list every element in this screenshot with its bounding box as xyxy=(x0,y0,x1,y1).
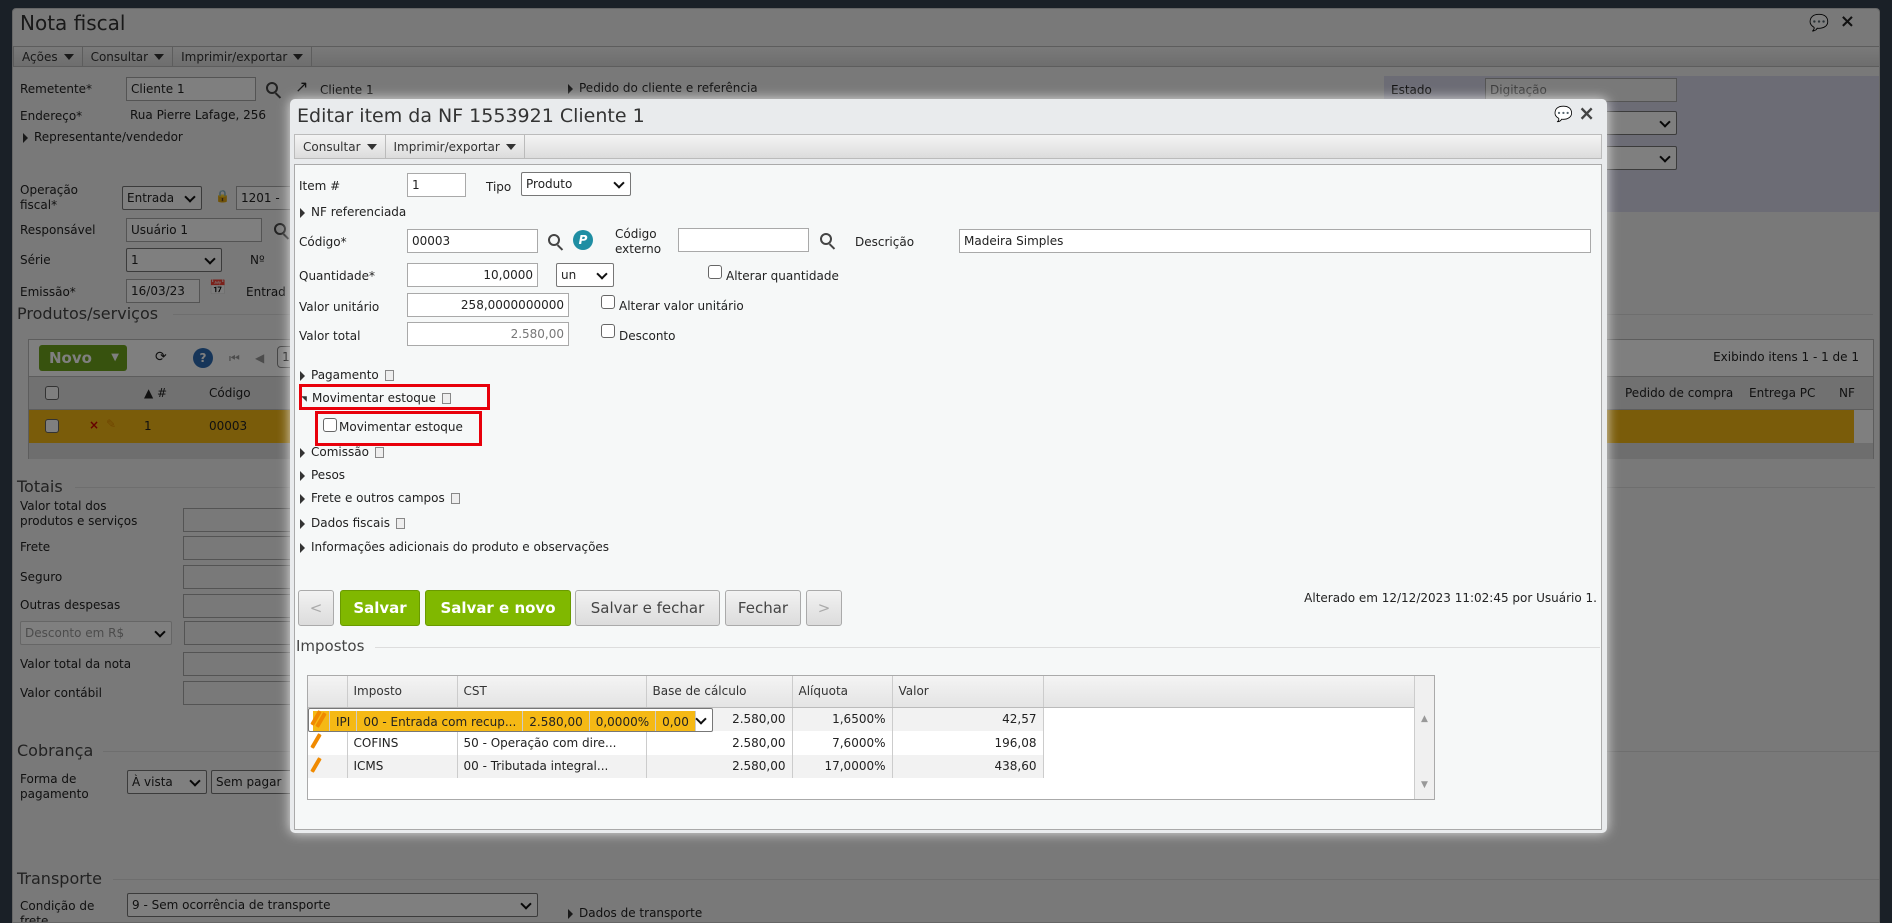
salvar-fechar-button[interactable]: Salvar e fechar xyxy=(575,590,720,626)
item-label: Item # xyxy=(299,179,341,193)
codigo-input[interactable]: 00003 xyxy=(407,229,538,253)
highlight-box xyxy=(299,384,490,410)
cell-valor: 196,08 xyxy=(892,731,1044,755)
cell-base: 2.580,00 xyxy=(646,731,793,755)
cell-valor: 438,60 xyxy=(892,754,1044,778)
edit-icon[interactable] xyxy=(308,754,348,778)
cell-aliquota: 7,6000% xyxy=(792,731,893,755)
alterar-valor-unitario-label: Alterar valor unitário xyxy=(619,299,744,313)
quantidade-label: Quantidade* xyxy=(299,269,376,283)
cell-aliquota: 0,0000% xyxy=(589,710,657,731)
valor-total-label: Valor total xyxy=(299,329,361,343)
descricao-label: Descrição xyxy=(855,235,915,249)
comment-icon[interactable]: 💬 xyxy=(1554,105,1573,123)
next-button[interactable]: > xyxy=(806,590,842,626)
col-cst[interactable]: CST xyxy=(457,676,647,708)
valor-total-input: 2.580,00 xyxy=(407,322,569,346)
table-row[interactable]: IPI 00 - Entrada com recup... 2.580,00 0,00… xyxy=(308,707,713,732)
close-icon[interactable]: × xyxy=(1578,101,1595,125)
dados-fiscais-toggle[interactable]: Dados fiscais xyxy=(300,516,405,531)
item-input[interactable]: 1 xyxy=(407,173,466,197)
editar-item-modal: Editar item da NF 1553921 Cliente 1 💬 × … xyxy=(290,99,1607,833)
alterado-text: Alterado em 12/12/2023 11:02:45 por Usuá… xyxy=(1304,591,1597,605)
modal-toolbar: Consultar Imprimir/exportar xyxy=(294,134,1602,159)
informacoes-toggle[interactable]: Informações adicionais do produto e obse… xyxy=(300,540,609,555)
edit-icon[interactable] xyxy=(308,731,348,755)
quantidade-input[interactable]: 10,0000 xyxy=(407,263,538,287)
highlight-box xyxy=(315,411,482,446)
valor-unitario-input[interactable]: 258,0000000000 xyxy=(407,293,569,317)
col-aliquota[interactable]: Alíquota xyxy=(792,676,893,708)
menu-imprimir[interactable]: Imprimir/exportar xyxy=(386,135,525,158)
col-imposto[interactable]: Imposto xyxy=(347,676,458,708)
modal-title: Editar item da NF 1553921 Cliente 1 xyxy=(297,105,645,127)
frete-toggle[interactable]: Frete e outros campos xyxy=(300,491,460,506)
cell-imposto: COFINS xyxy=(347,731,458,755)
salvar-novo-button[interactable]: Salvar e novo xyxy=(425,590,571,626)
col-base[interactable]: Base de cálculo xyxy=(646,676,793,708)
nf-referenciada-toggle[interactable]: NF referenciada xyxy=(300,205,406,220)
alterar-quantidade-checkbox[interactable] xyxy=(708,265,722,279)
table-row[interactable]: COFINS 50 - Operação com dire... 2.580,00 7… xyxy=(308,731,1416,755)
codigo-label: Código* xyxy=(299,235,347,249)
alterar-valor-unitario-checkbox[interactable] xyxy=(601,295,615,309)
vertical-scrollbar[interactable]: ▲ ▼ xyxy=(1414,676,1434,799)
cell-cst: 00 - Tributada integral... xyxy=(457,754,647,778)
impostos-header: Imposto CST Base de cálculo Alíquota Val… xyxy=(308,676,1416,708)
table-row[interactable]: ICMS 00 - Tributada integral... 2.580,00 17… xyxy=(308,754,1416,778)
modal-content: Item # 1 Tipo Produto NF referenciada Có… xyxy=(294,164,1602,830)
fechar-button[interactable]: Fechar xyxy=(725,590,801,626)
cell-imposto: ICMS xyxy=(347,754,458,778)
codigo-externo-input[interactable] xyxy=(678,228,809,252)
cell-imposto: IPI xyxy=(329,710,358,731)
search-icon[interactable] xyxy=(820,233,832,245)
descricao-input[interactable]: Madeira Simples xyxy=(959,229,1591,253)
tipo-label: Tipo xyxy=(486,180,512,194)
cell-base: 2.580,00 xyxy=(646,754,793,778)
cell-base: 2.580,00 xyxy=(522,710,590,731)
codigo-externo-label: Código externo xyxy=(615,227,662,256)
valor-unitario-label: Valor unitário xyxy=(299,300,380,314)
impostos-title: Impostos xyxy=(296,637,365,655)
pesos-toggle[interactable]: Pesos xyxy=(300,468,345,483)
cell-aliquota: 1,6500% xyxy=(792,707,893,731)
menu-consultar[interactable]: Consultar xyxy=(295,135,386,158)
tipo-select[interactable]: Produto xyxy=(521,172,631,196)
prev-button[interactable]: < xyxy=(298,590,334,626)
unidade-select[interactable]: un xyxy=(556,263,614,287)
search-icon[interactable] xyxy=(548,234,560,246)
col-valor[interactable]: Valor xyxy=(892,676,1044,708)
cell-aliquota: 17,0000% xyxy=(792,754,893,778)
comissao-toggle[interactable]: Comissão xyxy=(300,445,384,460)
alterar-quantidade-label: Alterar quantidade xyxy=(726,269,839,283)
product-info-icon[interactable]: P xyxy=(573,230,593,250)
pagamento-toggle[interactable]: Pagamento xyxy=(300,368,394,383)
impostos-grid: Imposto CST Base de cálculo Alíquota Val… xyxy=(307,675,1435,800)
desconto-label: Desconto xyxy=(619,329,676,343)
cell-cst: 50 - Operação com dire... xyxy=(457,731,647,755)
salvar-button[interactable]: Salvar xyxy=(340,590,420,626)
cell-valor: 42,57 xyxy=(892,707,1044,731)
cell-valor: 0,00 xyxy=(655,710,696,731)
desconto-checkbox[interactable] xyxy=(601,324,615,338)
cell-cst: 00 - Entrada com recup... xyxy=(356,710,524,731)
